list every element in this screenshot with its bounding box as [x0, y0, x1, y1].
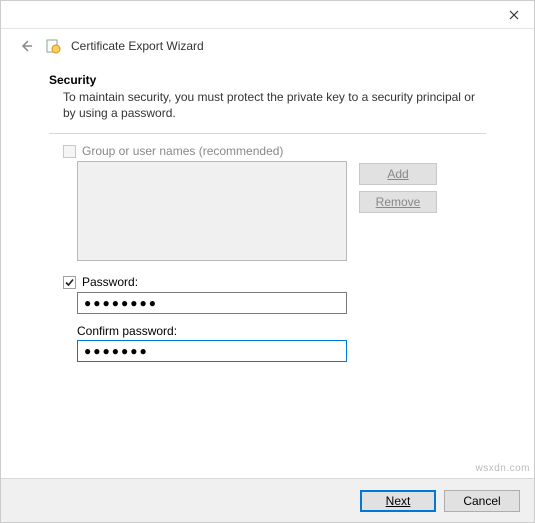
group-buttons: Add Remove [359, 161, 437, 261]
check-icon [64, 277, 75, 288]
group-names-label: Group or user names (recommended) [82, 144, 283, 158]
confirm-label: Confirm password: [77, 324, 486, 338]
cancel-button[interactable]: Cancel [444, 490, 520, 512]
password-option[interactable]: Password: [49, 275, 486, 289]
password-field-block [49, 292, 486, 314]
add-button: Add [359, 163, 437, 185]
section-description: To maintain security, you must protect t… [49, 89, 486, 121]
close-icon [509, 10, 519, 20]
password-label: Password: [82, 275, 138, 289]
confirm-field-block: Confirm password: [49, 324, 486, 362]
confirm-password-input[interactable] [77, 340, 347, 362]
group-names-checkbox [63, 145, 76, 158]
next-button[interactable]: Next [360, 490, 436, 512]
section-heading: Security [49, 73, 486, 87]
password-checkbox[interactable] [63, 276, 76, 289]
group-names-area: Add Remove [49, 161, 486, 261]
titlebar [1, 1, 534, 29]
divider [49, 133, 486, 134]
group-names-option: Group or user names (recommended) [49, 144, 486, 158]
certificate-icon [45, 38, 61, 54]
wizard-header: Certificate Export Wizard [1, 29, 534, 73]
back-button[interactable] [17, 37, 35, 55]
back-arrow-icon [19, 39, 33, 53]
close-button[interactable] [494, 1, 534, 29]
wizard-title: Certificate Export Wizard [71, 39, 204, 53]
group-names-listbox [77, 161, 347, 261]
footer: Next Cancel [1, 478, 534, 522]
password-input[interactable] [77, 292, 347, 314]
remove-button: Remove [359, 191, 437, 213]
content-area: Security To maintain security, you must … [1, 73, 534, 362]
watermark: wsxdn.com [475, 463, 530, 474]
